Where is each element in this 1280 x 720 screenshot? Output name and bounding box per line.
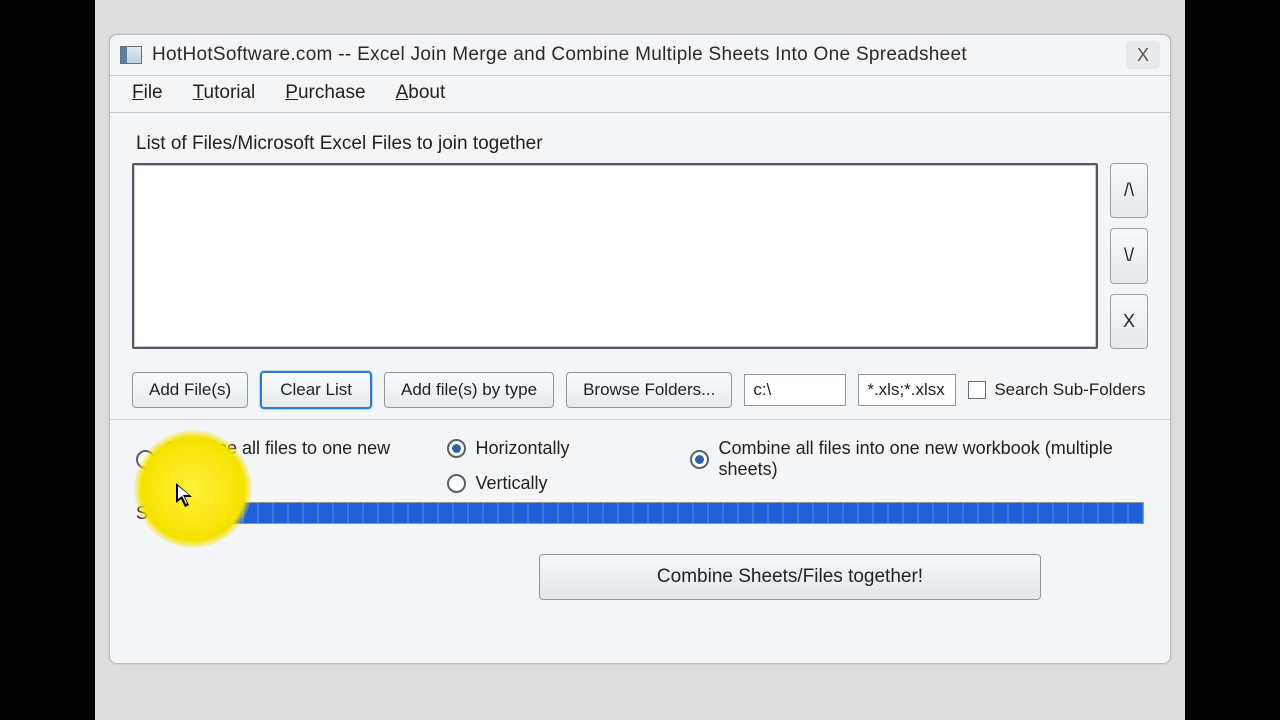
radio-horizontally[interactable]: Horizontally xyxy=(447,438,570,459)
app-window: HotHotSoftware.com -- Excel Join Merge a… xyxy=(109,34,1171,664)
app-icon xyxy=(120,46,142,64)
close-icon: X xyxy=(1137,45,1149,66)
combine-options: Combine all files to one new sheet Horiz… xyxy=(110,424,1170,496)
radio-vertically-label: Vertically xyxy=(476,473,548,494)
menu-file[interactable]: File xyxy=(132,82,163,104)
radio-icon xyxy=(690,450,709,469)
status-label: Status: xyxy=(136,503,192,524)
menu-tutorial[interactable]: Tutorial xyxy=(193,82,256,104)
move-down-button[interactable]: \/ xyxy=(1110,228,1148,283)
remove-item-button[interactable]: X xyxy=(1110,294,1148,349)
window-title: HotHotSoftware.com -- Excel Join Merge a… xyxy=(152,44,967,66)
radio-icon xyxy=(136,450,155,469)
chevron-up-icon: /\ xyxy=(1124,180,1134,201)
close-button[interactable]: X xyxy=(1126,41,1160,69)
radio-new-workbook-label: Combine all files into one new workbook … xyxy=(719,438,1144,480)
file-list[interactable] xyxy=(132,163,1098,349)
titlebar: HotHotSoftware.com -- Excel Join Merge a… xyxy=(110,35,1170,76)
radio-horizontally-label: Horizontally xyxy=(476,438,570,459)
extensions-input[interactable]: *.xls;*.xlsx xyxy=(858,374,956,406)
radio-icon xyxy=(447,474,466,493)
chevron-down-icon: \/ xyxy=(1124,245,1134,266)
radio-icon xyxy=(447,439,466,458)
menubar: File Tutorial Purchase About xyxy=(110,76,1170,113)
toolbar: Add File(s) Clear List Add file(s) by ty… xyxy=(110,349,1170,420)
close-icon: X xyxy=(1123,311,1135,332)
add-by-type-button[interactable]: Add file(s) by type xyxy=(384,372,554,408)
browse-folders-button[interactable]: Browse Folders... xyxy=(566,372,732,408)
search-subfolders-checkbox[interactable]: Search Sub-Folders xyxy=(968,380,1145,400)
move-up-button[interactable]: /\ xyxy=(1110,163,1148,218)
combine-button[interactable]: Combine Sheets/Files together! xyxy=(539,554,1041,600)
clear-list-button[interactable]: Clear List xyxy=(260,371,372,409)
search-subfolders-label: Search Sub-Folders xyxy=(994,380,1145,400)
menu-about[interactable]: About xyxy=(396,82,446,104)
radio-new-workbook[interactable]: Combine all files into one new workbook … xyxy=(690,438,1144,480)
file-list-label: List of Files/Microsoft Excel Files to j… xyxy=(110,113,1170,163)
progress-bar xyxy=(216,502,1144,524)
menu-purchase[interactable]: Purchase xyxy=(285,82,365,104)
radio-one-sheet-label: Combine all files to one new sheet xyxy=(165,438,407,480)
radio-one-sheet[interactable]: Combine all files to one new sheet xyxy=(136,438,407,480)
path-input[interactable]: c:\ xyxy=(744,374,846,406)
add-files-button[interactable]: Add File(s) xyxy=(132,372,248,408)
radio-vertically[interactable]: Vertically xyxy=(447,473,570,494)
checkbox-icon xyxy=(968,381,986,399)
